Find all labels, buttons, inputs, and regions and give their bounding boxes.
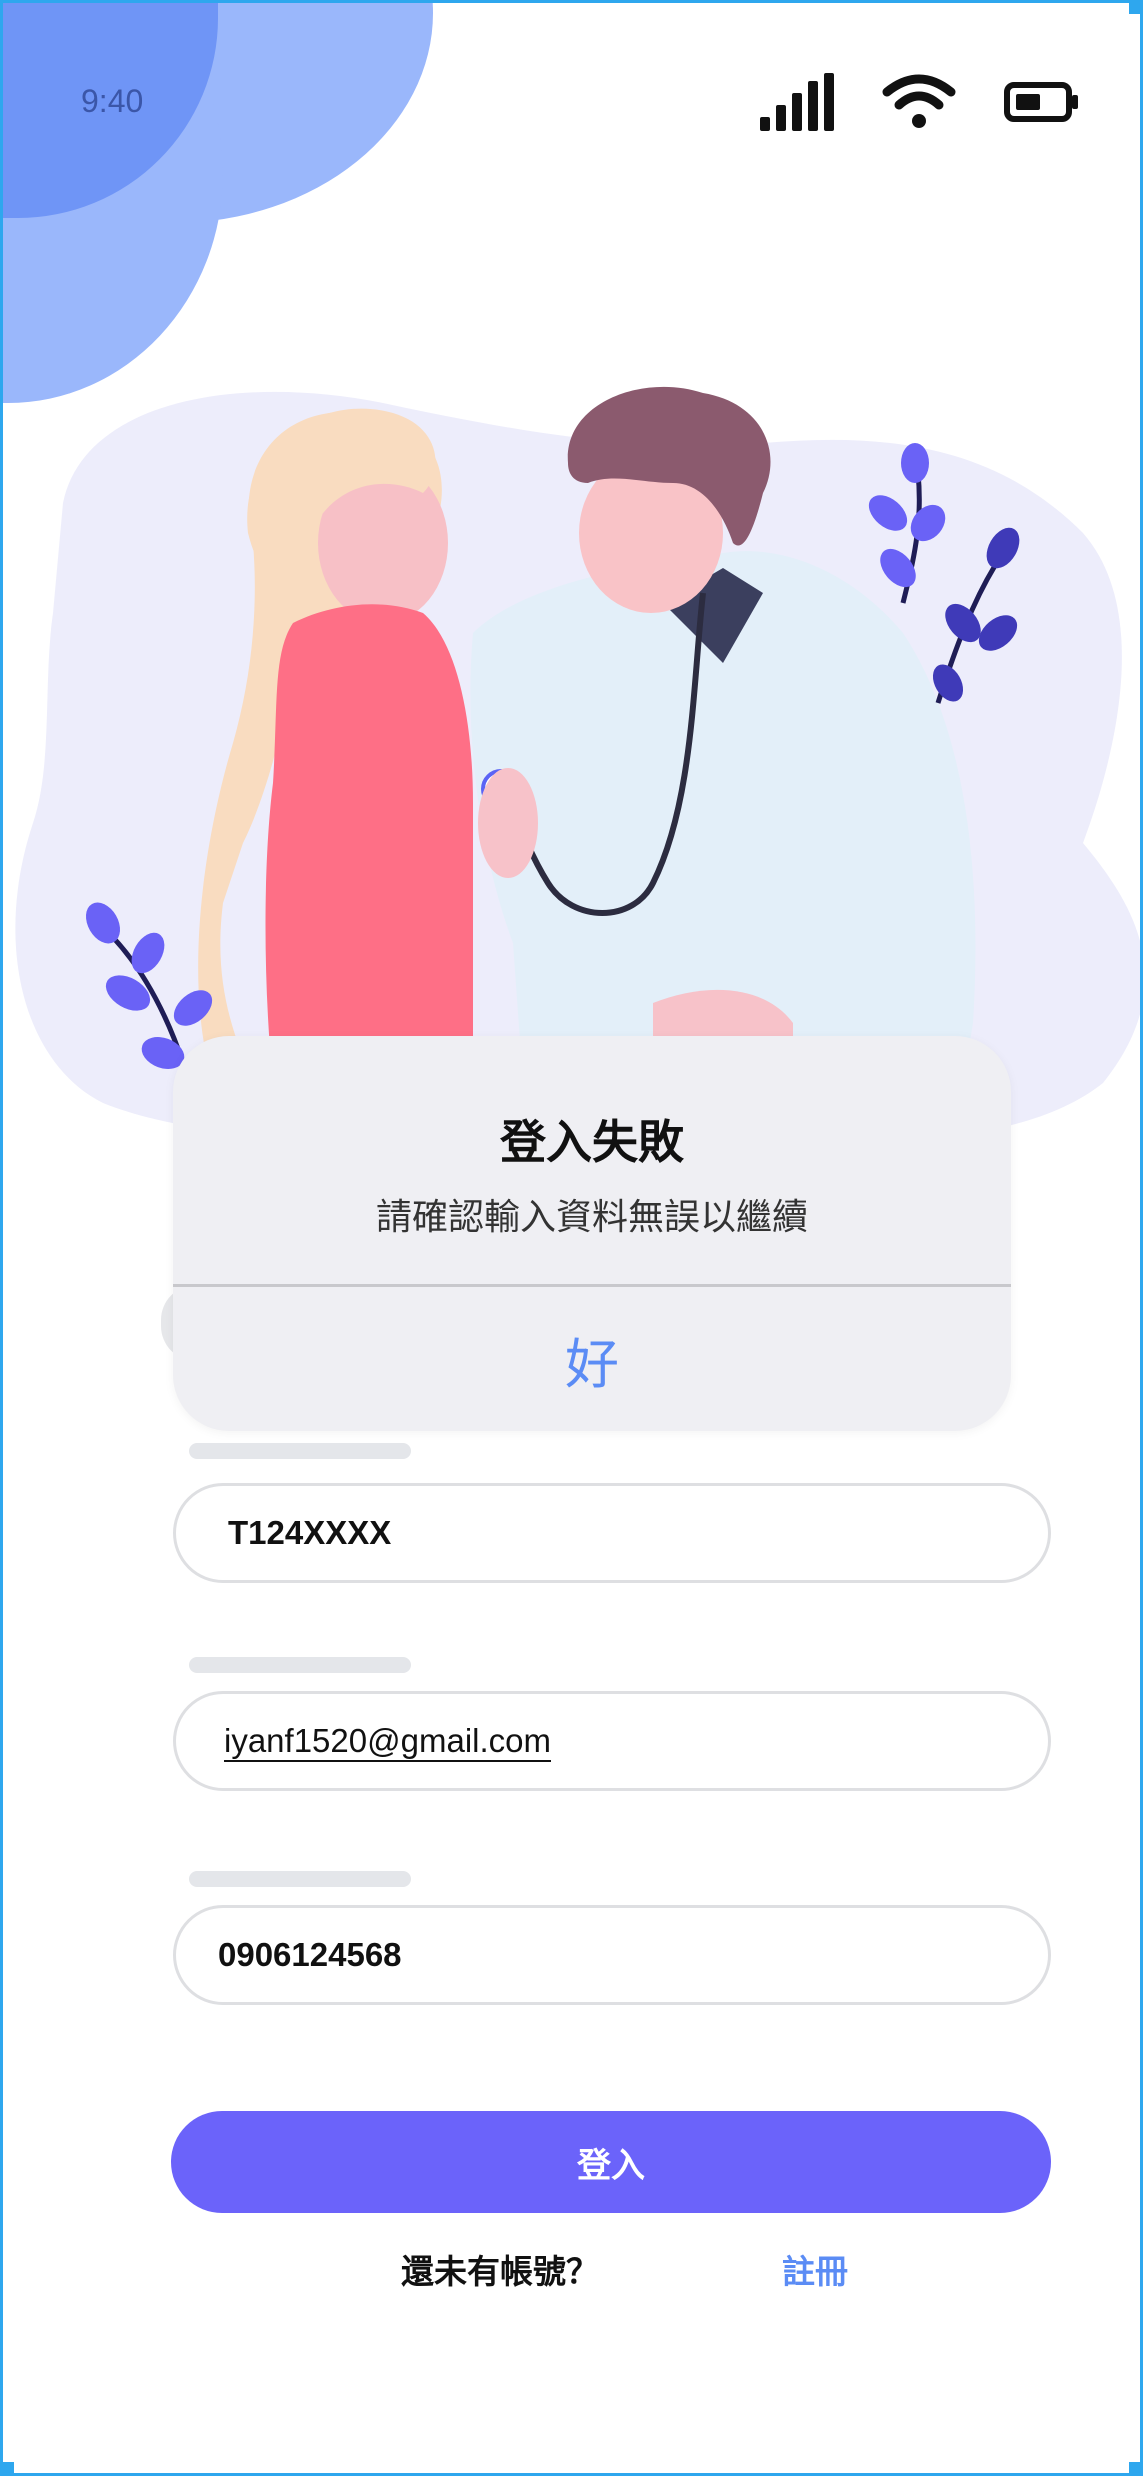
battery-icon — [1004, 82, 1078, 122]
phone-label-placeholder — [189, 1871, 411, 1887]
register-link[interactable]: 註冊 — [782, 2245, 848, 2293]
id-label-placeholder — [189, 1443, 411, 1459]
phone-field[interactable]: 0906124568 — [173, 1905, 1051, 2005]
status-icons — [760, 73, 1080, 131]
alert-title: 登入失敗 — [500, 1115, 684, 1169]
frame-corner — [1129, 3, 1140, 14]
alert-message: 請確認輸入資料無誤以繼續 — [375, 1197, 808, 1238]
cellular-signal-icon — [760, 73, 834, 131]
alert-divider — [173, 1284, 1011, 1287]
doctor-patient-illustration — [3, 383, 1140, 1143]
frame-corner — [1129, 2462, 1140, 2473]
login-button[interactable]: 登入 — [171, 2111, 1051, 2213]
frame-corner — [3, 2462, 14, 2473]
email-label-placeholder — [189, 1657, 411, 1673]
wifi-icon — [882, 74, 956, 128]
no-account-text: 還未有帳號？ — [401, 2252, 599, 2291]
id-number-value: T124XXXX — [228, 1514, 392, 1551]
email-field[interactable]: iyanf1520@gmail.com — [173, 1691, 1051, 1791]
login-screen: 9:40 登入失敗 請確認輸入資料無誤以繼續 好 T124XXXX iyanf1… — [0, 0, 1143, 2476]
email-value: iyanf1520@gmail.com — [224, 1722, 551, 1759]
phone-value: 0906124568 — [218, 1936, 402, 1973]
login-failed-alert: 登入失敗 請確認輸入資料無誤以繼續 好 — [173, 1036, 1011, 1431]
alert-ok-button[interactable]: 好 — [173, 1288, 1011, 1431]
status-time: 9:40 — [81, 83, 144, 119]
id-number-field[interactable]: T124XXXX — [173, 1483, 1051, 1583]
